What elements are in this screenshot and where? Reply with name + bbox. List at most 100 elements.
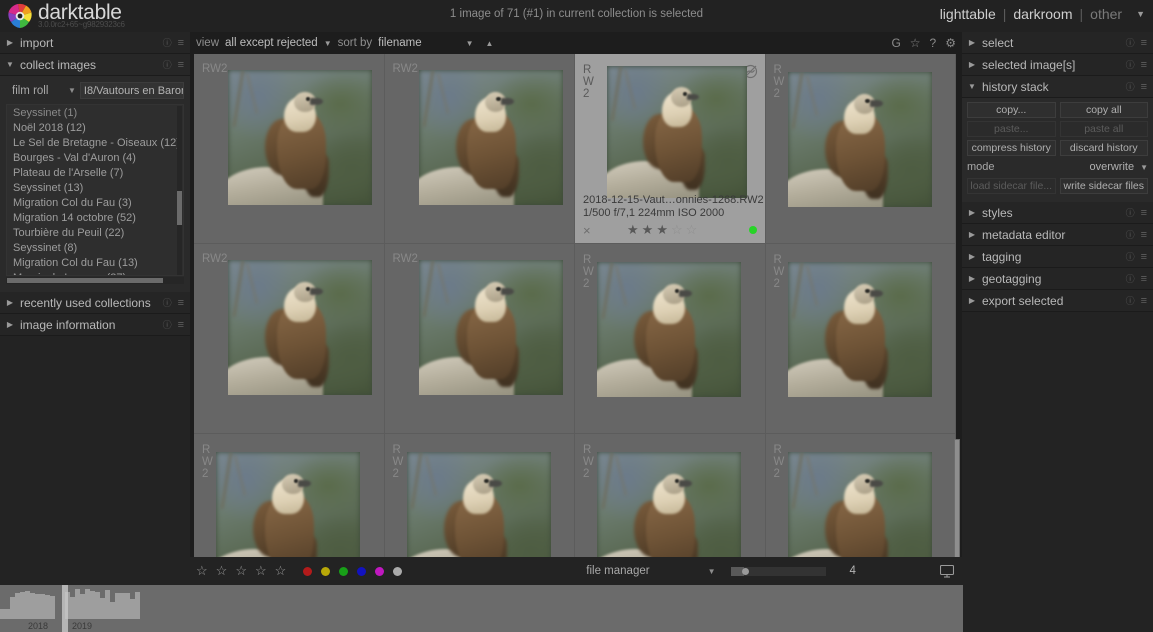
module-history-stack[interactable]: ▼ history stack ⓘ ≡ bbox=[962, 76, 1153, 98]
hamburger-icon[interactable]: ≡ bbox=[1141, 81, 1147, 93]
module-import[interactable]: ▶ import ⓘ ≡ bbox=[0, 32, 190, 54]
star-4-icon[interactable]: ☆ bbox=[671, 222, 683, 238]
triangle-down-icon[interactable]: ▼ bbox=[962, 82, 982, 91]
thumbnail-cell[interactable]: RW2 bbox=[765, 54, 956, 244]
slider-knob[interactable] bbox=[741, 567, 749, 575]
sort-by-value[interactable]: filename bbox=[378, 37, 421, 49]
filter-star-2-icon[interactable]: ☆ bbox=[216, 563, 228, 579]
thumbnail-cell[interactable]: RW2 bbox=[194, 54, 385, 244]
list-item[interactable]: Migration 14 octobre (52) bbox=[7, 210, 183, 225]
load-sidecar-button[interactable]: load sidecar file... bbox=[967, 178, 1056, 194]
hamburger-icon[interactable]: ≡ bbox=[178, 37, 184, 49]
info-icon[interactable]: ⓘ bbox=[163, 58, 172, 71]
list-item[interactable]: Marais de Lavours (27) bbox=[7, 270, 183, 276]
preferences-gear-icon[interactable]: ⚙ bbox=[945, 36, 956, 50]
thumbnail-grid[interactable]: RW2 RW2 RW2 2018-12-15-Vaut…onnies-1268.… bbox=[194, 54, 956, 572]
info-icon[interactable]: ⓘ bbox=[1126, 80, 1135, 93]
hamburger-icon[interactable]: ≡ bbox=[1141, 37, 1147, 49]
timeline-histogram[interactable]: 2018 2019 bbox=[0, 585, 963, 632]
module-export-selected[interactable]: ▶ export selected ⓘ ≡ bbox=[962, 290, 1153, 312]
star-2-icon[interactable]: ★ bbox=[642, 222, 654, 238]
info-icon[interactable]: ⓘ bbox=[163, 318, 172, 331]
info-icon[interactable]: ⓘ bbox=[1126, 250, 1135, 263]
chevron-down-icon[interactable]: ▼ bbox=[1140, 163, 1148, 172]
thumbnail-cell[interactable]: RW2 bbox=[765, 434, 956, 572]
thumbnail-cell[interactable]: RW2 bbox=[384, 244, 575, 434]
color-label-blue[interactable] bbox=[357, 566, 367, 576]
thumbnail-cell[interactable]: RW2 bbox=[194, 434, 385, 572]
timeline-bar[interactable]: 2018 2019 bbox=[0, 585, 1153, 632]
list-item[interactable]: Noël 2018 (12) bbox=[7, 120, 183, 135]
grid-vertical-scrollbar[interactable] bbox=[954, 54, 960, 572]
thumbnail-cell[interactable]: RW2 bbox=[384, 434, 575, 572]
triangle-right-icon[interactable]: ▶ bbox=[0, 298, 20, 307]
hamburger-icon[interactable]: ≡ bbox=[1141, 229, 1147, 241]
chevron-down-icon[interactable]: ▼ bbox=[324, 39, 332, 48]
filter-star-3-icon[interactable]: ☆ bbox=[235, 563, 247, 579]
thumbnail-cell[interactable]: RW2 bbox=[384, 54, 575, 244]
hamburger-icon[interactable]: ≡ bbox=[1141, 273, 1147, 285]
view-filter-value[interactable]: all except rejected bbox=[225, 37, 318, 49]
triangle-right-icon[interactable]: ▶ bbox=[962, 60, 982, 69]
info-icon[interactable]: ⓘ bbox=[1126, 228, 1135, 241]
hamburger-icon[interactable]: ≡ bbox=[1141, 251, 1147, 263]
info-icon[interactable]: ⓘ bbox=[1126, 272, 1135, 285]
list-item[interactable]: Seyssinet (1) bbox=[7, 105, 183, 120]
collect-criteria-label[interactable]: film roll bbox=[6, 85, 64, 97]
list-item[interactable]: Migration Col du Fau (13) bbox=[7, 255, 183, 270]
module-styles[interactable]: ▶ styles ⓘ ≡ bbox=[962, 202, 1153, 224]
color-label-indicator[interactable] bbox=[748, 226, 757, 234]
thumbnail-cell[interactable]: RW2 bbox=[575, 434, 766, 572]
info-icon[interactable]: ⓘ bbox=[163, 36, 172, 49]
triangle-right-icon[interactable]: ▶ bbox=[962, 38, 982, 47]
filter-star-1-icon[interactable]: ☆ bbox=[196, 563, 208, 579]
mode-row[interactable]: mode overwrite ▼ bbox=[967, 159, 1148, 175]
hamburger-icon[interactable]: ≡ bbox=[178, 319, 184, 331]
display-profile-icon[interactable] bbox=[940, 564, 954, 578]
color-label-red[interactable] bbox=[303, 566, 313, 576]
chevron-down-icon[interactable]: ▼ bbox=[1136, 9, 1145, 19]
star-5-icon[interactable]: ☆ bbox=[686, 222, 698, 238]
module-select[interactable]: ▶ select ⓘ ≡ bbox=[962, 32, 1153, 54]
filter-star-5-icon[interactable]: ☆ bbox=[275, 563, 287, 579]
module-metadata-editor[interactable]: ▶ metadata editor ⓘ ≡ bbox=[962, 224, 1153, 246]
triangle-right-icon[interactable]: ▶ bbox=[0, 320, 20, 329]
copy-button[interactable]: copy... bbox=[967, 102, 1056, 118]
discard-history-button[interactable]: discard history bbox=[1059, 140, 1148, 156]
star-1-icon[interactable]: ★ bbox=[627, 222, 639, 238]
mode-value[interactable]: overwrite bbox=[1089, 161, 1134, 173]
list-item[interactable]: Plateau de l'Arselle (7) bbox=[7, 165, 183, 180]
reject-icon[interactable]: × bbox=[583, 223, 599, 238]
info-icon[interactable]: ⓘ bbox=[1126, 206, 1135, 219]
module-image-information[interactable]: ▶ image information ⓘ ≡ bbox=[0, 314, 190, 336]
list-item[interactable]: Seyssinet (8) bbox=[7, 240, 183, 255]
color-label-magenta[interactable] bbox=[375, 566, 385, 576]
collect-value-field[interactable]: I8/Vautours en Baronnies ▼ bbox=[79, 82, 184, 99]
collect-list-vertical-scrollbar[interactable] bbox=[177, 106, 182, 275]
hamburger-icon[interactable]: ≡ bbox=[1141, 207, 1147, 219]
list-item[interactable]: Bourges - Val d'Auron (4) bbox=[7, 150, 183, 165]
thumbnail-cell[interactable]: RW2 bbox=[765, 244, 956, 434]
module-selected-images[interactable]: ▶ selected image[s] ⓘ ≡ bbox=[962, 54, 1153, 76]
scrollbar-thumb[interactable] bbox=[954, 439, 960, 569]
filter-star-4-icon[interactable]: ☆ bbox=[255, 563, 267, 579]
info-icon[interactable]: ⓘ bbox=[163, 296, 172, 309]
layout-mode-value[interactable]: file manager bbox=[586, 565, 649, 577]
info-icon[interactable]: ⓘ bbox=[1126, 294, 1135, 307]
thumbnail-cell[interactable]: RW2 bbox=[575, 244, 766, 434]
color-label-yellow[interactable] bbox=[321, 566, 331, 576]
module-tagging[interactable]: ▶ tagging ⓘ ≡ bbox=[962, 246, 1153, 268]
hamburger-icon[interactable]: ≡ bbox=[178, 59, 184, 71]
hamburger-icon[interactable]: ≡ bbox=[1141, 295, 1147, 307]
collect-list-horizontal-scrollbar[interactable] bbox=[6, 277, 184, 284]
help-icon[interactable]: ? bbox=[930, 36, 937, 50]
triangle-right-icon[interactable]: ▶ bbox=[962, 252, 982, 261]
triangle-down-icon[interactable]: ▼ bbox=[0, 60, 20, 69]
compress-history-button[interactable]: compress history bbox=[967, 140, 1056, 156]
nav-other[interactable]: other bbox=[1090, 6, 1122, 22]
triangle-right-icon[interactable]: ▶ bbox=[962, 230, 982, 239]
triangle-right-icon[interactable]: ▶ bbox=[0, 38, 20, 47]
nav-darkroom[interactable]: darkroom bbox=[1013, 6, 1072, 22]
collect-results-list[interactable]: Seyssinet (1) Noël 2018 (12) Le Sel de B… bbox=[6, 104, 184, 276]
nav-lighttable[interactable]: lighttable bbox=[940, 6, 996, 22]
